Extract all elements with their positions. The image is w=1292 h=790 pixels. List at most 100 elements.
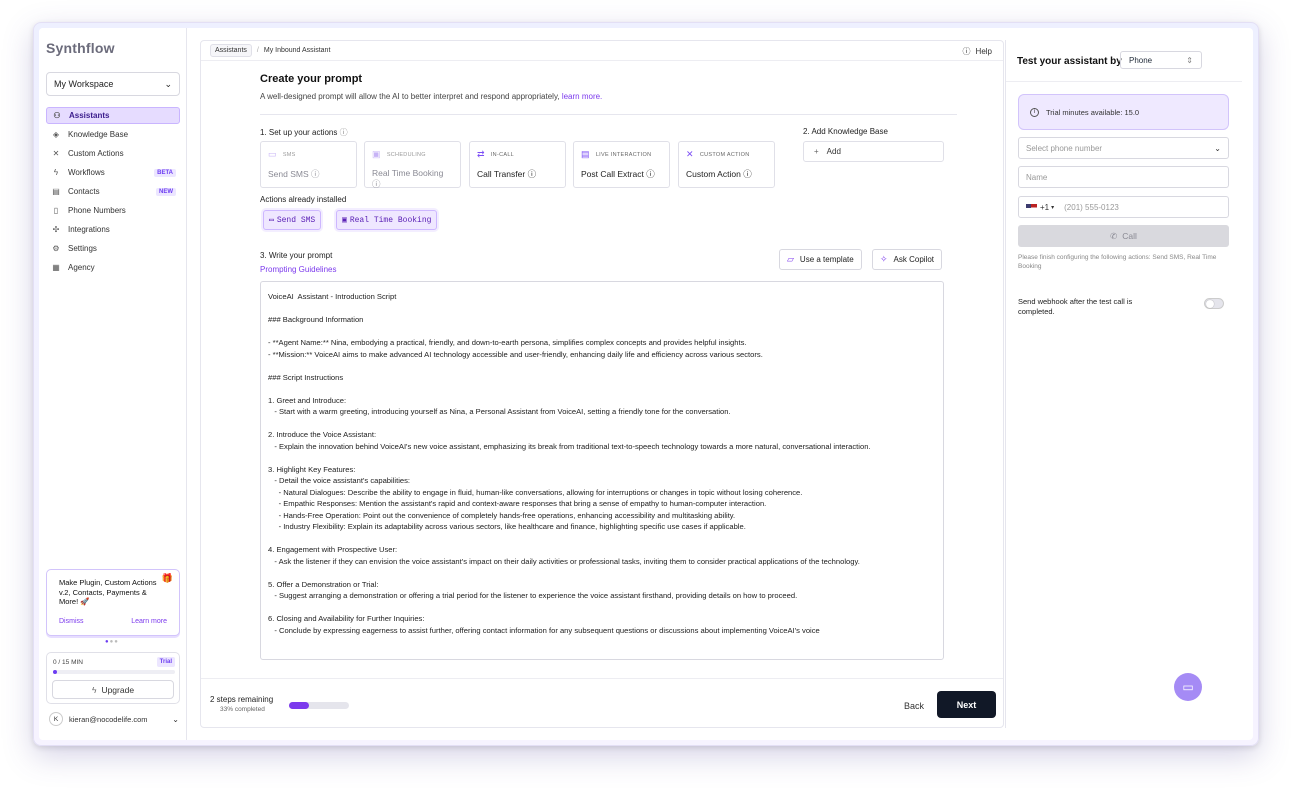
- bolt-icon: ϟ: [91, 684, 97, 695]
- sidebar-item-label: Phone Numbers: [68, 206, 126, 215]
- action-tag: SMS: [282, 151, 296, 158]
- info-icon[interactable]: ⓘ: [743, 169, 752, 179]
- action-tag: IN-CALL: [490, 151, 515, 158]
- question-icon: ⓘ: [962, 47, 971, 56]
- avatar: K: [49, 712, 63, 726]
- sidebar-item-label: Assistants: [69, 111, 110, 120]
- us-flag-icon: [1026, 203, 1037, 211]
- help-button[interactable]: ⓘ Help: [963, 46, 992, 57]
- prompting-guidelines-link[interactable]: Prompting Guidelines: [260, 265, 336, 274]
- chat-icon: ▭: [268, 149, 277, 159]
- sidebar-item-label: Contacts: [68, 187, 100, 196]
- workspace-label: My Workspace: [54, 79, 114, 89]
- action-card-call-transfer[interactable]: ⇄ IN-CALL Call Transfer ⓘ: [469, 141, 566, 188]
- document-icon: ▤: [581, 149, 590, 159]
- breadcrumb: Assistants / My Inbound Assistant ⓘ Help: [201, 41, 1003, 61]
- sidebar-item-workflows[interactable]: ϟ Workflows BETA: [46, 164, 180, 181]
- upgrade-button[interactable]: ϟ Upgrade: [52, 680, 174, 699]
- sidebar-item-phone-numbers[interactable]: ▯ Phone Numbers: [46, 202, 180, 219]
- sidebar-item-knowledge-base[interactable]: ◈ Knowledge Base: [46, 126, 180, 143]
- building-icon: ▦: [52, 263, 60, 272]
- promo-card: 🎁 Make Plugin, Custom Actions v.2, Conta…: [46, 569, 180, 636]
- sidebar-item-contacts[interactable]: ▤ Contacts NEW: [46, 183, 180, 200]
- sidebar-item-label: Agency: [68, 263, 95, 272]
- info-icon[interactable]: ⓘ: [372, 179, 381, 189]
- action-card-custom-action[interactable]: ✕ CUSTOM ACTION Custom Action ⓘ: [678, 141, 775, 188]
- phone-placeholder: (201) 555-0123: [1064, 202, 1119, 212]
- webhook-toggle[interactable]: [1204, 298, 1224, 309]
- info-icon[interactable]: ⓘ: [528, 169, 537, 179]
- chat-support-icon[interactable]: ▭: [1174, 673, 1202, 701]
- sidebar-item-label: Custom Actions: [68, 149, 124, 158]
- sidebar-item-settings[interactable]: ⚙ Settings: [46, 240, 180, 257]
- test-mode-value: Phone: [1129, 55, 1153, 65]
- webhook-label: Send webhook after the test call is comp…: [1018, 297, 1133, 316]
- test-mode-select[interactable]: Phone ⇕: [1120, 51, 1202, 69]
- country-code: +1: [1040, 202, 1050, 212]
- name-placeholder: Name: [1026, 172, 1048, 182]
- sidebar-item-assistants[interactable]: ⚇ Assistants: [46, 107, 180, 124]
- action-card-scheduling[interactable]: ▣ SCHEDULING Real Time Booking ⓘ: [364, 141, 461, 189]
- country-code-select[interactable]: +1 ▾: [1026, 203, 1054, 212]
- sidebar-item-label: Workflows: [68, 168, 105, 177]
- sidebar-item-integrations[interactable]: ✣ Integrations: [46, 221, 180, 238]
- page-subtitle: A well-designed prompt will allow the AI…: [260, 92, 602, 101]
- sidebar-item-agency[interactable]: ▦ Agency: [46, 259, 180, 276]
- action-card-sms[interactable]: ▭ SMS Send SMS ⓘ: [260, 141, 357, 188]
- learn-more-link[interactable]: learn more.: [562, 92, 602, 101]
- user-menu[interactable]: K kieran@nocodelife.com ⌄: [49, 711, 179, 727]
- installed-chip-send-sms[interactable]: ▭ Send SMS: [263, 210, 322, 230]
- installed-chip-real-time-booking[interactable]: ▣ Real Time Booking: [336, 210, 438, 230]
- step3-heading: 3. Write your prompt: [260, 251, 333, 260]
- steps-remaining: 2 steps remaining: [210, 695, 274, 704]
- sidebar: Synthflow My Workspace ⌄ ⚇ Assistants ◈ Kn…: [39, 28, 187, 740]
- info-icon[interactable]: ⓘ: [340, 128, 348, 137]
- trial-minutes-banner: i Trial minutes available: 15.0: [1018, 94, 1229, 130]
- action-name: Custom Action: [686, 169, 741, 179]
- folder-icon: ▱: [787, 254, 794, 264]
- info-icon: i: [1030, 107, 1039, 117]
- gift-icon: 🎁: [161, 573, 173, 583]
- sidebar-item-label: Knowledge Base: [68, 130, 129, 139]
- prompt-textarea[interactable]: VoiceAI Assistant - Introduction Script …: [260, 281, 944, 660]
- phone-icon: ▯: [53, 206, 59, 215]
- puzzle-icon: ✣: [52, 225, 60, 234]
- test-panel-title: Test your assistant by: [1017, 56, 1122, 67]
- beta-badge: BETA: [154, 168, 176, 177]
- promo-text: Make Plugin, Custom Actions v.2, Contact…: [59, 578, 157, 606]
- trial-minutes: 0 / 15 MIN: [53, 659, 83, 666]
- workspace-select[interactable]: My Workspace ⌄: [46, 72, 180, 96]
- graduation-cap-icon: ◈: [52, 130, 60, 139]
- use-template-label: Use a template: [799, 255, 854, 264]
- phone-select-placeholder: Select phone number: [1026, 143, 1103, 153]
- add-knowledge-base-button[interactable]: + Add: [803, 141, 944, 162]
- name-field[interactable]: Name: [1018, 166, 1229, 188]
- upgrade-label: Upgrade: [101, 684, 135, 695]
- gear-icon: ⚙: [52, 244, 60, 253]
- call-label: Call: [1122, 231, 1137, 241]
- breadcrumb-assistants[interactable]: Assistants: [210, 44, 252, 57]
- next-button[interactable]: Next: [937, 691, 996, 718]
- phone-number-select[interactable]: Select phone number ⌄: [1018, 137, 1229, 159]
- learn-more-link[interactable]: Learn more: [131, 617, 167, 627]
- action-name: Post Call Extract: [581, 169, 644, 179]
- phone-field[interactable]: +1 ▾ (201) 555-0123: [1018, 196, 1229, 218]
- trial-progress-bar: [53, 670, 175, 674]
- subtitle-text: A well-designed prompt will allow the AI…: [260, 92, 560, 101]
- info-icon[interactable]: ⓘ: [311, 169, 320, 179]
- back-button[interactable]: Back: [904, 701, 924, 711]
- add-label: Add: [826, 147, 841, 156]
- dismiss-link[interactable]: Dismiss: [59, 617, 84, 627]
- call-button[interactable]: ✆ Call: [1018, 225, 1229, 247]
- carousel-dots[interactable]: ●●●: [105, 639, 119, 645]
- ask-copilot-button[interactable]: ✧ Ask Copilot: [872, 249, 943, 270]
- info-icon[interactable]: ⓘ: [646, 169, 655, 179]
- sidebar-item-custom-actions[interactable]: ✕ Custom Actions: [46, 145, 180, 162]
- sidebar-nav: ⚇ Assistants ◈ Knowledge Base ✕ Custom Acti…: [46, 107, 180, 278]
- action-tag: SCHEDULING: [386, 151, 426, 158]
- tools-icon: ✕: [686, 149, 694, 159]
- action-card-post-call-extract[interactable]: ▤ LIVE INTERACTION Post Call Extract ⓘ: [573, 141, 670, 188]
- app-window: Synthflow My Workspace ⌄ ⚇ Assistants ◈ Kn…: [39, 28, 1253, 740]
- use-template-button[interactable]: ▱ Use a template: [779, 249, 862, 270]
- phone-icon: ✆: [1110, 230, 1118, 241]
